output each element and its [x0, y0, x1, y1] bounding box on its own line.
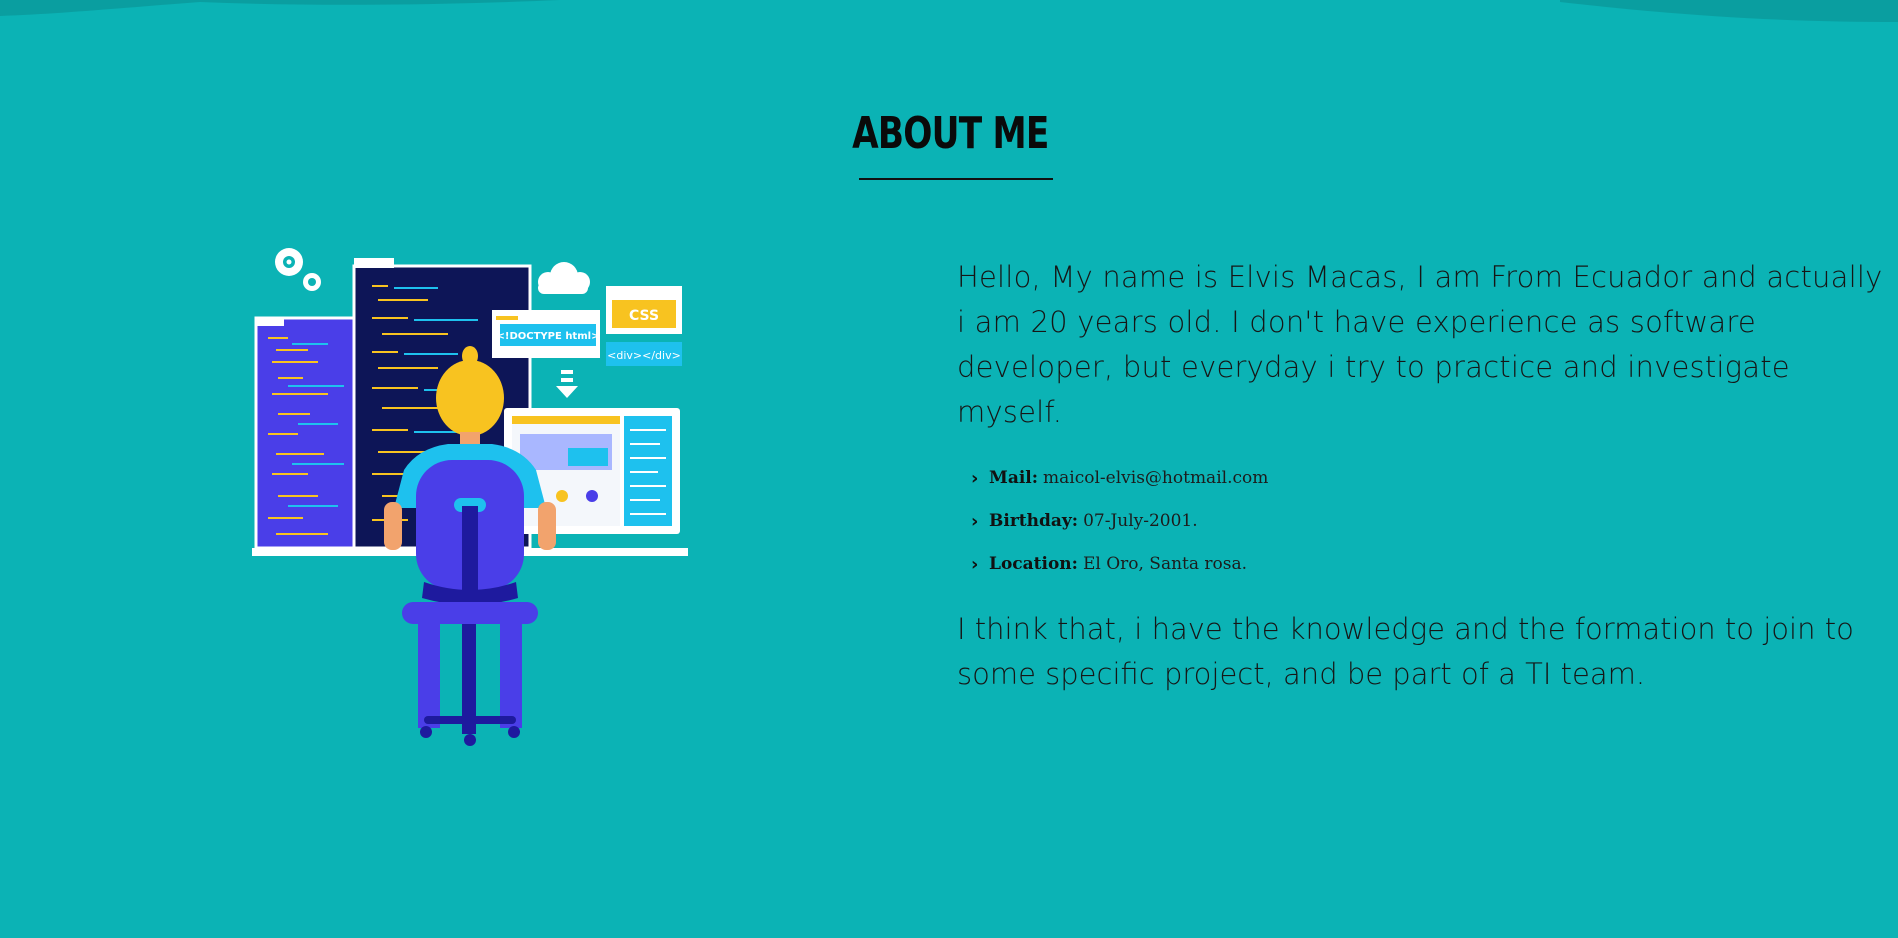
list-item-location: › Location: El Oro, Santa rosa.	[971, 543, 1897, 586]
mail-value: maicol-elvis@hotmail.com	[1043, 468, 1269, 488]
css-label: CSS	[629, 308, 659, 324]
chevron-right-icon: ›	[971, 554, 979, 575]
chevron-right-icon: ›	[971, 468, 979, 489]
list-item-mail: › Mail: maicol-elvis@hotmail.com	[971, 457, 1897, 500]
doctype-label: <!DOCTYPE html>	[497, 331, 600, 342]
top-wave-decoration	[0, 0, 1898, 22]
developer-illustration: <!DOCTYPE html> CSS <div></div>	[252, 248, 688, 746]
contact-details-list: › Mail: maicol-elvis@hotmail.com › Birth…	[957, 457, 1897, 586]
birthday-label: Birthday:	[989, 511, 1079, 531]
gear-icon	[275, 248, 321, 291]
intro-paragraph: Hello, My name is Elvis Macas, I am From…	[957, 260, 1883, 429]
about-section: ABOUT ME <!DOCTYPE html> CSS <div></div>…	[0, 0, 1898, 938]
download-arrow-icon	[556, 370, 578, 398]
cloud-icon	[538, 262, 590, 294]
title-underline	[859, 178, 1053, 180]
list-item-birthday: › Birthday: 07-July-2001.	[971, 500, 1897, 543]
section-title: ABOUT ME	[852, 108, 1049, 159]
div-label: <div></div>	[607, 349, 681, 362]
birthday-value: 07-July-2001.	[1083, 511, 1198, 531]
closing-paragraph: I think that, i have the knowledge and t…	[957, 612, 1854, 691]
mail-label: Mail:	[989, 468, 1039, 488]
location-label: Location:	[989, 554, 1078, 574]
about-content: Hello, My name is Elvis Macas, I am From…	[957, 255, 1897, 697]
chevron-right-icon: ›	[971, 511, 979, 532]
location-value: El Oro, Santa rosa.	[1082, 554, 1248, 574]
